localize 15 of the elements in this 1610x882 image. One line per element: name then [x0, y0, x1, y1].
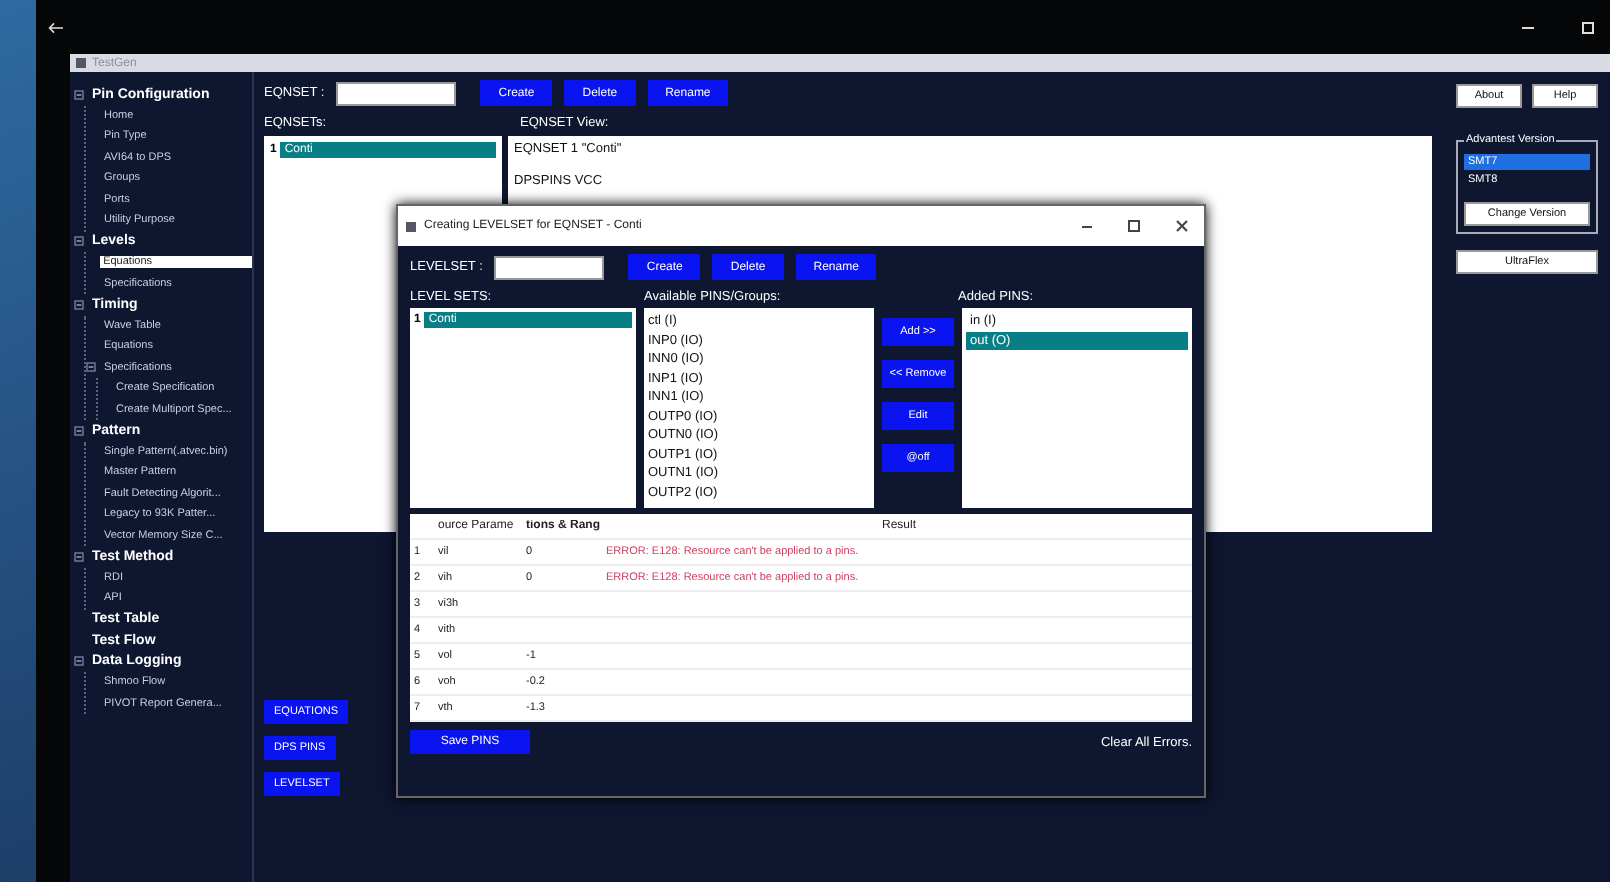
collapse-icon[interactable]: [74, 656, 84, 667]
collapse-icon[interactable]: [74, 236, 84, 247]
minimize-icon[interactable]: [1082, 225, 1092, 227]
close-icon[interactable]: [1176, 220, 1188, 232]
app-icon: [406, 221, 416, 231]
collapse-icon[interactable]: [86, 362, 96, 373]
collapse-icon[interactable]: [74, 425, 84, 436]
collapse-icon[interactable]: [74, 551, 84, 562]
collapse-icon[interactable]: [74, 89, 84, 100]
app-icon: [76, 58, 86, 68]
levelset-field[interactable]: [494, 255, 605, 279]
eqnset-field[interactable]: [336, 81, 457, 105]
back-arrow-icon[interactable]: [48, 21, 64, 33]
maximize-icon[interactable]: [1128, 220, 1140, 232]
collapse-icon[interactable]: [74, 299, 84, 310]
